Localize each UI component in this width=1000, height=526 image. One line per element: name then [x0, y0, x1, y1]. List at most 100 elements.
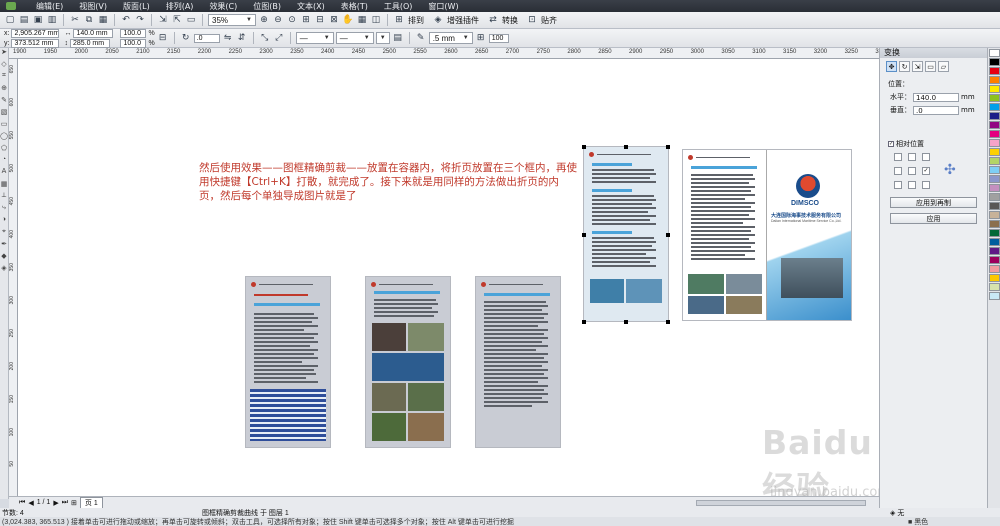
arrange-icon[interactable]: ⊞: [393, 14, 405, 26]
transform-icon[interactable]: ⤡: [259, 32, 271, 44]
prev-page-icon[interactable]: ◀: [28, 499, 33, 507]
menu-effects[interactable]: 效果(C): [201, 1, 245, 12]
line-style-select[interactable]: — ▼: [335, 32, 374, 44]
welcome-icon[interactable]: ◫: [370, 14, 382, 26]
palette-swatch[interactable]: [989, 49, 1000, 57]
palette-swatch[interactable]: [989, 220, 1000, 228]
rotation-field[interactable]: .0: [193, 33, 220, 43]
app-launcher-icon[interactable]: ▦: [356, 14, 368, 26]
palette-swatch[interactable]: [989, 76, 1000, 84]
menu-table[interactable]: 表格(T): [333, 1, 376, 12]
print-icon[interactable]: ▥: [46, 14, 58, 26]
dimension-tool-icon[interactable]: ⟂: [0, 192, 8, 204]
zoom-height-icon[interactable]: ⊠: [328, 14, 340, 26]
selected-outer-panel[interactable]: [584, 147, 668, 321]
add-page-icon[interactable]: ⊞: [71, 499, 77, 507]
outer-cover-spread[interactable]: DIMSCO 大连国际海事技术服务有限公司 Dalian Internation…: [683, 150, 851, 320]
palette-swatch[interactable]: [989, 94, 1000, 102]
palette-swatch[interactable]: [989, 265, 1000, 273]
zoom-page-icon[interactable]: ⊞: [300, 14, 312, 26]
pick-tool-icon[interactable]: ➤: [0, 48, 8, 60]
apply-button[interactable]: 应用: [890, 213, 977, 224]
rotate-tab-icon[interactable]: ↻: [899, 61, 910, 72]
position-tab-icon[interactable]: ✥: [886, 61, 897, 72]
first-page-icon[interactable]: ⏮: [19, 499, 25, 507]
scale-y-field[interactable]: 100.0: [120, 38, 147, 48]
ellipse-tool-icon[interactable]: ◯: [0, 132, 8, 144]
menu-text[interactable]: 文本(X): [289, 1, 333, 12]
lock-ratio-icon[interactable]: ⊟: [157, 32, 169, 44]
horizontal-scrollbar[interactable]: [696, 500, 866, 506]
menu-tools[interactable]: 工具(O): [376, 1, 421, 12]
crop-tool-icon[interactable]: ⌗: [0, 72, 8, 84]
inner-page-frame-2[interactable]: [366, 277, 450, 447]
smart-fill-icon[interactable]: ▧: [0, 108, 8, 120]
copy-icon[interactable]: ⧉: [83, 14, 95, 26]
text-wrap-icon[interactable]: ▤: [392, 32, 404, 44]
blend-tool-icon[interactable]: ◑: [0, 216, 8, 228]
palette-swatch[interactable]: [989, 238, 1000, 246]
palette-swatch[interactable]: [989, 67, 1000, 75]
palette-swatch[interactable]: [989, 184, 1000, 192]
palette-swatch[interactable]: [989, 58, 1000, 66]
zoom-in-icon[interactable]: ⊕: [258, 14, 270, 26]
palette-swatch[interactable]: [989, 112, 1000, 120]
new-icon[interactable]: ▢: [4, 14, 16, 26]
height-field[interactable]: 285.0 mm: [69, 38, 110, 48]
fill-tool-icon[interactable]: ◆: [0, 252, 8, 264]
palette-swatch[interactable]: [989, 292, 1000, 300]
horizontal-field[interactable]: 140.0: [913, 92, 959, 102]
zoom-tool-icon[interactable]: ⊕: [0, 84, 8, 96]
menu-view[interactable]: 视图(V): [71, 1, 115, 12]
width-field[interactable]: 140.0 mm: [73, 28, 114, 38]
menu-edit[interactable]: 编辑(E): [28, 1, 71, 12]
inner-page-frame-1[interactable]: [246, 277, 330, 447]
inner-page-frame-3[interactable]: [476, 277, 560, 447]
freehand-tool-icon[interactable]: ✎: [0, 96, 8, 108]
undo-icon[interactable]: ↶: [120, 14, 132, 26]
vertical-field[interactable]: .0: [913, 105, 959, 115]
drawing-canvas[interactable]: 然后使用效果——图框精确剪裁——放置在容器内，将折页放置在三个框内，再使用快捷键…: [18, 59, 879, 496]
palette-swatch[interactable]: [989, 256, 1000, 264]
palette-swatch[interactable]: [989, 211, 1000, 219]
palette-swatch[interactable]: [989, 121, 1000, 129]
import-icon[interactable]: ⇲: [157, 14, 169, 26]
zoom-level-select[interactable]: 35% ▼: [208, 14, 256, 26]
outline-tool-icon[interactable]: ✒: [0, 240, 8, 252]
palette-swatch[interactable]: [989, 274, 1000, 282]
scale-x-field[interactable]: 100.0: [120, 28, 147, 38]
size-tab-icon[interactable]: ▭: [925, 61, 936, 72]
relative-position-checkbox[interactable]: ✓: [888, 141, 894, 147]
convert-label[interactable]: 转换: [502, 15, 518, 26]
line-start-select[interactable]: — ▼: [295, 32, 334, 44]
menu-bitmaps[interactable]: 位图(B): [245, 1, 289, 12]
line-end-select[interactable]: ▼: [375, 32, 390, 44]
next-page-icon[interactable]: ▶: [53, 499, 58, 507]
save-icon[interactable]: ▣: [32, 14, 44, 26]
export-icon[interactable]: ⇱: [171, 14, 183, 26]
connector-tool-icon[interactable]: ⤷: [0, 204, 8, 216]
vertical-ruler[interactable]: 650 600 550 500 450 400 350 300 250 200 150 100 50: [9, 59, 18, 496]
zoom-out-icon[interactable]: ⊖: [272, 14, 284, 26]
palette-swatch[interactable]: [989, 130, 1000, 138]
palette-swatch[interactable]: [989, 157, 1000, 165]
horizontal-ruler[interactable]: 1900 1950 2000 2050 2100 2150 2200 2250 2300 2350…: [9, 48, 879, 59]
mirror-h-icon[interactable]: ⇋: [222, 32, 234, 44]
scale-tab-icon[interactable]: ⇲: [912, 61, 923, 72]
y-position-field[interactable]: 373.512 mm: [11, 38, 60, 48]
snap-icon[interactable]: ⊡: [526, 14, 538, 26]
menu-window[interactable]: 窗口(W): [420, 1, 466, 12]
text-tool-icon[interactable]: A: [0, 168, 8, 180]
rectangle-tool-icon[interactable]: ▭: [0, 120, 8, 132]
palette-swatch[interactable]: [989, 148, 1000, 156]
pan-icon[interactable]: ✋: [342, 14, 354, 26]
publish-pdf-icon[interactable]: ▭: [185, 14, 197, 26]
palette-swatch[interactable]: [989, 103, 1000, 111]
anchor-grid[interactable]: ✓: [880, 153, 930, 189]
transform2-icon[interactable]: ⤢: [273, 32, 285, 44]
snap-label[interactable]: 贴齐: [541, 15, 557, 26]
palette-swatch[interactable]: [989, 283, 1000, 291]
x-position-field[interactable]: 2,905.267 mm: [11, 28, 60, 38]
last-page-icon[interactable]: ⏭: [62, 499, 68, 507]
order-icon[interactable]: ⊞: [475, 32, 487, 44]
